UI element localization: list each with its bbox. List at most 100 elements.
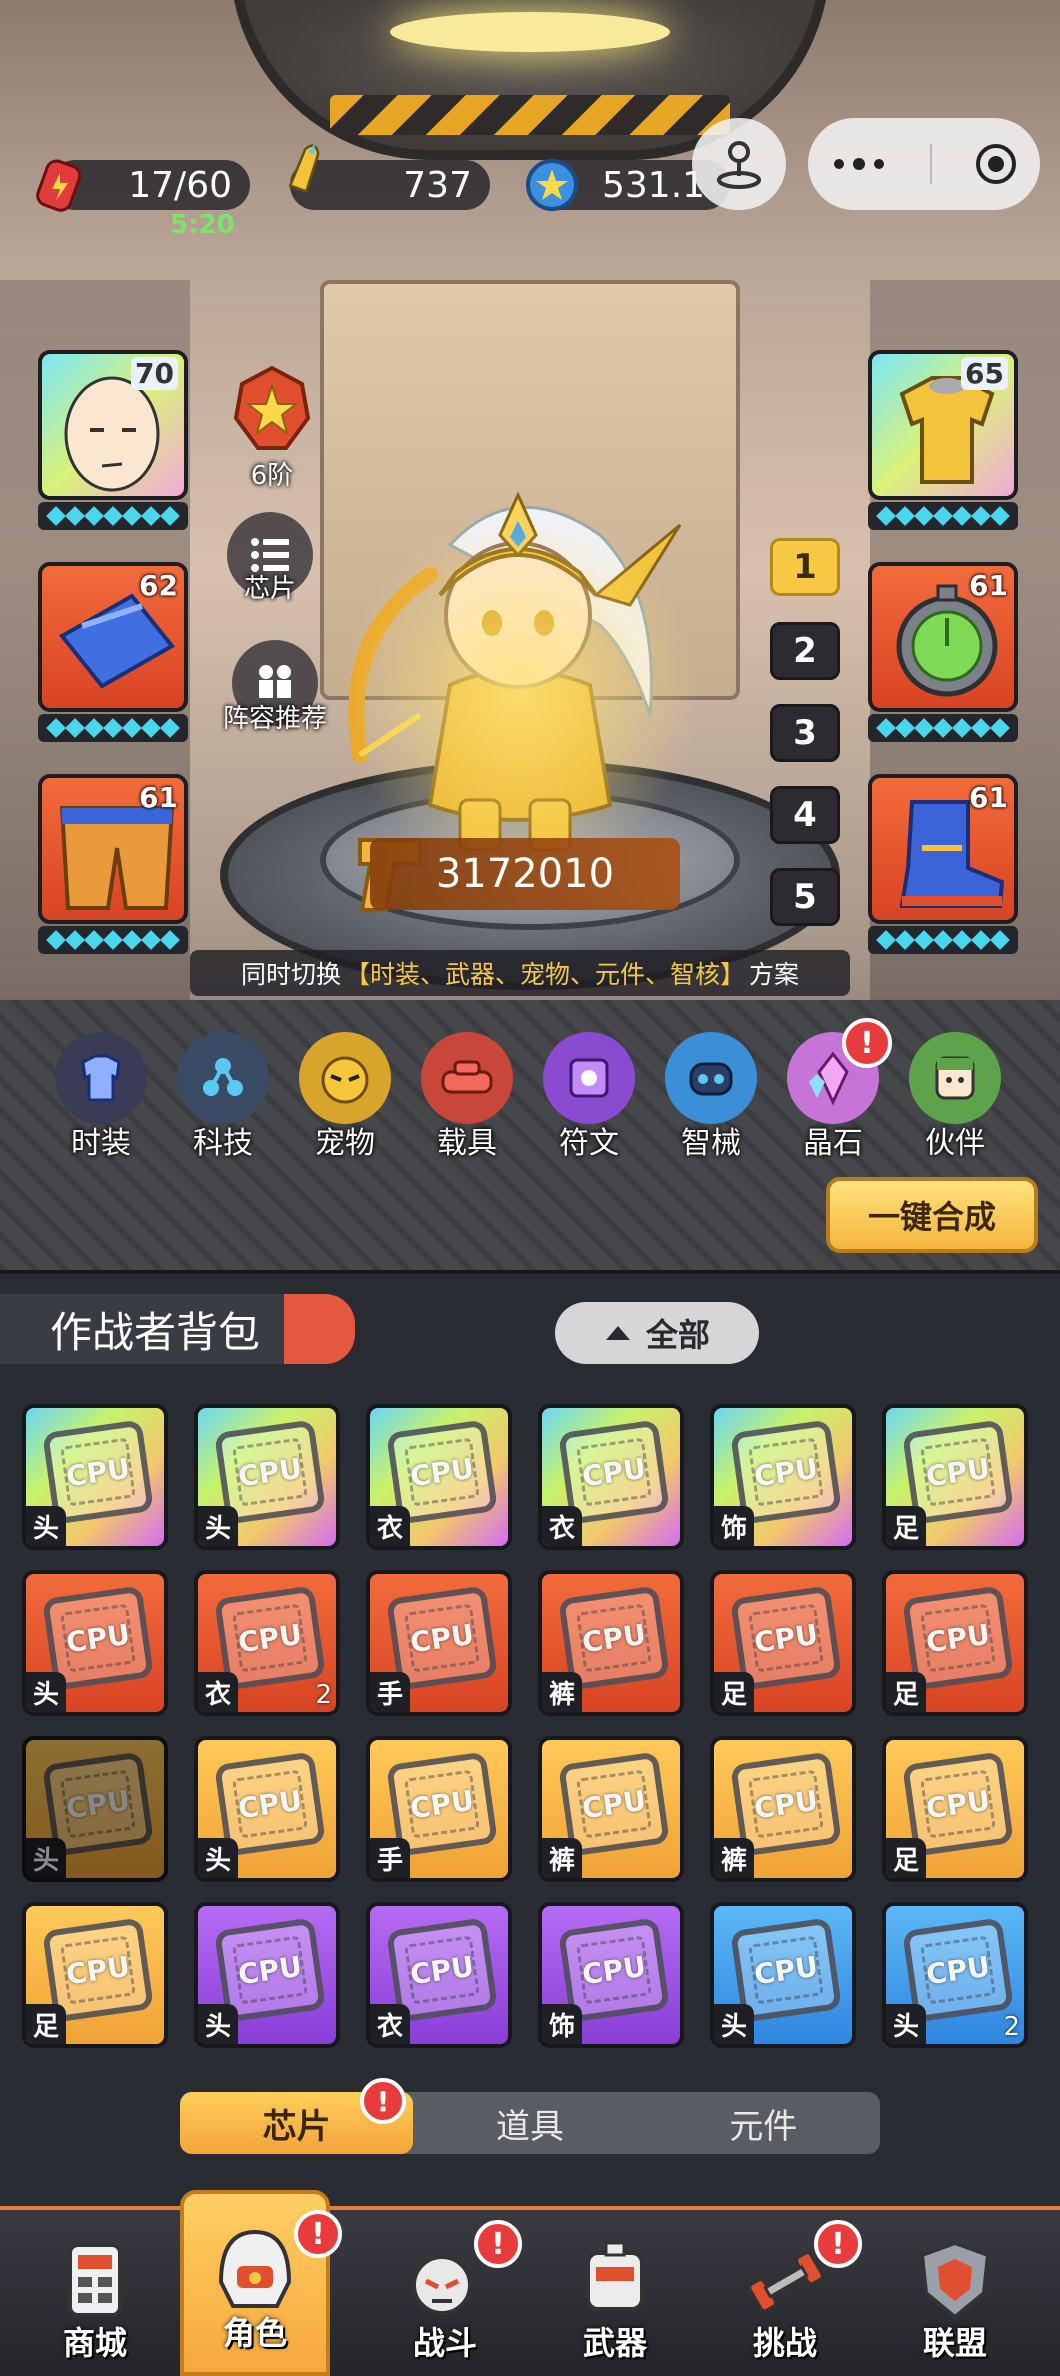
more-icon[interactable] xyxy=(829,154,889,174)
chip-button-label: 芯片 xyxy=(243,574,296,604)
chip-slot-label: 头 xyxy=(198,1506,238,1546)
pet-button[interactable]: 宠物 xyxy=(290,1032,400,1162)
skin-level: 70 xyxy=(131,357,178,390)
watch-level: 61 xyxy=(969,569,1008,602)
energy-can-icon xyxy=(36,159,82,212)
close-miniprogram-icon[interactable] xyxy=(973,141,1019,187)
chip-item[interactable]: CPU 头 xyxy=(194,1736,340,1882)
ammo-value: 737 xyxy=(403,164,472,206)
rank-badge[interactable]: 6阶 xyxy=(212,360,332,492)
skin-slot[interactable]: 70 xyxy=(38,350,188,500)
battle-alert-badge: ! xyxy=(474,2220,522,2268)
tab-components[interactable]: 元件 xyxy=(647,2092,880,2154)
chip-slot-label: 衣 xyxy=(542,1506,582,1546)
chip-slot-label: 头 xyxy=(26,1838,66,1878)
chip-slot-label: 衣 xyxy=(198,1672,238,1712)
lineup-button[interactable]: 阵容推荐 xyxy=(205,640,345,735)
chip-item[interactable]: CPU 裤 xyxy=(710,1736,856,1882)
gloves-slot[interactable]: 62 xyxy=(38,562,188,712)
crystal-label: 晶石 xyxy=(803,1126,863,1161)
tech-button[interactable]: 科技 xyxy=(168,1032,278,1162)
nav-battle[interactable]: 战斗 ! xyxy=(370,2220,522,2376)
preset-2-button[interactable]: 2 xyxy=(770,622,840,680)
backpack-tabs: 芯片 ! 道具 元件 xyxy=(180,2078,880,2154)
game-screen: 17/60 5:20 737 531.1 70 62 61 6阶 芯片 阵容推荐… xyxy=(0,0,1060,2376)
tab-chip[interactable]: 芯片 ! xyxy=(180,2078,414,2154)
chip-slot-label: 裤 xyxy=(542,1672,582,1712)
one-click-merge-button[interactable]: 一键合成 xyxy=(826,1177,1038,1253)
energy-counter[interactable]: 17/60 xyxy=(36,159,250,212)
robot-icon xyxy=(665,1032,757,1124)
partner-button[interactable]: 伙伴 xyxy=(900,1032,1010,1162)
preset-5-button[interactable]: 5 xyxy=(770,868,840,926)
chip-slot-label: 头 xyxy=(714,2004,754,2044)
costume-label: 时装 xyxy=(71,1126,131,1161)
partner-icon xyxy=(909,1032,1001,1124)
triangle-up-icon xyxy=(605,1326,630,1340)
chip-item[interactable]: CPU 足 xyxy=(882,1404,1028,1550)
chip-item[interactable]: CPU 裤 xyxy=(538,1570,684,1716)
chip-item[interactable]: CPU 裤 xyxy=(538,1736,684,1882)
filter-dropdown[interactable]: 全部 xyxy=(555,1302,759,1364)
joystick-button[interactable] xyxy=(692,118,786,210)
chip-slot-label: 手 xyxy=(370,1838,410,1878)
chip-item[interactable]: CPU 手 xyxy=(366,1736,512,1882)
nav-alliance[interactable]: 联盟 xyxy=(880,2226,1030,2376)
chip-item[interactable]: CPU 足 xyxy=(710,1570,856,1716)
ammo-counter[interactable]: 737 xyxy=(288,143,490,210)
nav-character[interactable]: 角色 ! xyxy=(180,2190,342,2376)
chip-item[interactable]: CPU 头 xyxy=(710,1902,856,2048)
preset-1-button[interactable]: 1 xyxy=(770,538,840,596)
chip-item[interactable]: CPU 头 xyxy=(22,1570,168,1716)
chip-item[interactable]: CPU 饰 xyxy=(538,1902,684,2048)
preset-3-button[interactable]: 3 xyxy=(770,704,840,762)
chip-item[interactable]: CPU 衣 2 xyxy=(194,1570,340,1716)
boots-slot[interactable]: 61 xyxy=(868,774,1018,924)
nav-weapon[interactable]: 武器 xyxy=(540,2226,690,2376)
chip-slot-label: 足 xyxy=(886,1672,926,1712)
nav-alliance-label: 联盟 xyxy=(922,2324,987,2362)
coin-value: 531.1 xyxy=(602,164,706,206)
crystal-button[interactable]: 晶石 ! xyxy=(778,1018,892,1162)
partner-label: 伙伴 xyxy=(925,1126,985,1161)
nav-challenge[interactable]: 挑战 ! xyxy=(710,2220,862,2376)
rune-button[interactable]: 符文 xyxy=(534,1032,644,1162)
vehicle-button[interactable]: 载具 xyxy=(412,1032,522,1162)
chip-slot-label: 饰 xyxy=(714,1506,754,1546)
chip-slot-label: 手 xyxy=(370,1672,410,1712)
chip-button[interactable]: 芯片 xyxy=(220,512,320,605)
chip-item[interactable]: CPU 头 xyxy=(194,1404,340,1550)
preset-4-button[interactable]: 4 xyxy=(770,786,840,844)
tab-items[interactable]: 道具 xyxy=(413,2092,646,2154)
chip-item[interactable]: CPU 足 xyxy=(882,1736,1028,1882)
nav-shop[interactable]: 商城 xyxy=(20,2226,170,2376)
watch-slot[interactable]: 61 xyxy=(868,562,1018,712)
shirt-slot[interactable]: 65 xyxy=(868,350,1018,500)
nav-battle-label: 战斗 xyxy=(412,2324,477,2362)
chip-item[interactable]: CPU 头 xyxy=(22,1404,168,1550)
chip-item[interactable]: CPU 头 xyxy=(22,1736,168,1882)
pants-slot[interactable]: 61 xyxy=(38,774,188,924)
chip-slot-label: 饰 xyxy=(542,2004,582,2044)
robot-button[interactable]: 智械 xyxy=(656,1032,766,1162)
chip-item[interactable]: CPU 衣 xyxy=(538,1404,684,1550)
chip-item[interactable]: CPU 头 2 xyxy=(882,1902,1028,2048)
chip-item[interactable]: CPU 手 xyxy=(366,1570,512,1716)
rune-label: 符文 xyxy=(559,1126,619,1161)
chip-item[interactable]: CPU 足 xyxy=(882,1570,1028,1716)
chip-item[interactable]: CPU 头 xyxy=(194,1902,340,2048)
gloves-stars xyxy=(38,714,188,742)
chip-item[interactable]: CPU 足 xyxy=(22,1902,168,2048)
chip-item[interactable]: CPU 饰 xyxy=(710,1404,856,1550)
nav-character-label: 角色 xyxy=(222,2314,287,2352)
character-icon xyxy=(207,2222,303,2318)
preset-switch-notice: 同时切换 【时装、武器、宠物、元件、智核】 方案 xyxy=(190,950,850,996)
boots-stars xyxy=(868,926,1018,954)
character-alert-badge: ! xyxy=(294,2210,342,2258)
pants-stars xyxy=(38,926,188,954)
hero-character[interactable] xyxy=(300,455,730,875)
pet-icon xyxy=(299,1032,391,1124)
chip-item[interactable]: CPU 衣 xyxy=(366,1404,512,1550)
costume-button[interactable]: 时装 xyxy=(46,1032,156,1162)
chip-item[interactable]: CPU 衣 xyxy=(366,1902,512,2048)
